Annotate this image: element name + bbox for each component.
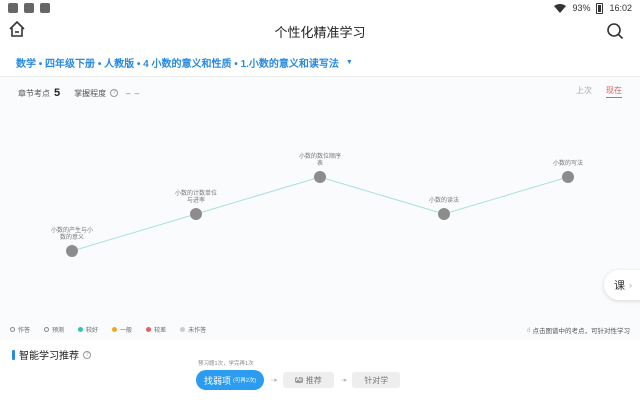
knowledge-point-label: 小数的产生与小: [51, 226, 93, 234]
chevron-right-icon: ›: [629, 280, 632, 290]
knowledge-point-label: 与进率: [187, 196, 205, 204]
wifi-icon: [554, 3, 567, 13]
knowledge-point-node[interactable]: [190, 208, 202, 220]
legend-swatch: [78, 327, 84, 332]
recommend-steps: 找弱项 (可再2次) ···▸ Ai 推荐 ···▸ 针对学: [196, 370, 401, 390]
legend: 作答 预测 较好 一般 较差 未作答: [10, 325, 206, 334]
targeted-learning-step: 针对学: [352, 372, 401, 388]
notification-icon: [8, 3, 18, 13]
knowledge-point-label: 小数的计数单位: [175, 189, 217, 197]
legend-item: 较差: [146, 325, 166, 334]
knowledge-map[interactable]: 小数的产生与小数的意义 小数的计数单位与进率 小数的数位顺序表小数的读法 小数的写法: [0, 77, 640, 340]
hand-icon: ☝: [526, 327, 531, 334]
arrow-icon: ···▸: [270, 377, 277, 384]
battery-icon: [596, 2, 604, 14]
legend-swatch: [180, 327, 186, 332]
course-button[interactable]: 课 ›: [604, 270, 640, 300]
recommend-subtitle: 预习题1次，学完再1次: [198, 361, 254, 367]
knowledge-point-label: 数的意义: [60, 233, 84, 241]
status-bar: 93% 16:02: [0, 0, 640, 16]
knowledge-point-label: 表: [317, 159, 323, 167]
arrow-icon: ···▸: [339, 377, 347, 384]
app-header: 个性化精准学习: [0, 16, 640, 46]
legend-swatch: [10, 327, 15, 332]
knowledge-map-panel: 章节考点 5 掌握程度 ? – – 上次 现在 小数的产生与小 数的意义 小数的计数…: [0, 77, 640, 340]
clock: 16:02: [609, 3, 632, 13]
legend-label: 未作答: [188, 328, 207, 334]
legend-label: 预测: [52, 328, 65, 334]
map-connector: [71, 176, 569, 252]
step-note: (可再2次): [233, 378, 257, 384]
knowledge-point-node[interactable]: [66, 245, 78, 257]
section-accent-bar: [12, 349, 15, 360]
knowledge-point-node[interactable]: [314, 171, 326, 183]
recommend-title: 智能学习推荐: [19, 351, 79, 362]
legend-item: 预测: [44, 325, 64, 334]
recommend-header: 智能学习推荐 ?: [12, 347, 91, 362]
home-icon[interactable]: [8, 20, 26, 38]
battery-percent: 93%: [572, 3, 591, 13]
knowledge-point-node[interactable]: [438, 208, 450, 220]
legend-label: 较差: [154, 328, 167, 334]
legend-label: 作答: [18, 328, 31, 334]
help-icon[interactable]: ?: [83, 350, 91, 359]
legend-item: 较好: [78, 325, 98, 334]
legend-label: 较好: [86, 328, 99, 334]
knowledge-point-label: 小数的数位顺序: [299, 152, 341, 160]
knowledge-point-label: 小数的写法: [553, 159, 583, 167]
ai-recommend-step: Ai 推荐: [282, 372, 334, 388]
step-label: 找弱项: [204, 375, 232, 386]
knowledge-point-node[interactable]: [562, 171, 574, 183]
legend-label: 一般: [120, 328, 133, 334]
caret-down-icon[interactable]: ▼: [346, 59, 353, 66]
legend-item: 一般: [112, 325, 132, 334]
page-title: 个性化精准学习: [274, 24, 366, 40]
legend-item: 作答: [10, 325, 30, 334]
hint-text: 点击图谱中的考点，可针对性学习: [532, 328, 631, 335]
find-weakness-button[interactable]: 找弱项 (可再2次): [196, 370, 265, 390]
legend-swatch: [146, 327, 152, 332]
legend-item: 未作答: [180, 325, 206, 334]
hint: ☝ 点击图谱中的考点，可针对性学习: [527, 325, 630, 335]
step-label: 针对学: [364, 375, 389, 385]
ai-icon: Ai: [294, 377, 303, 383]
legend-swatch: [112, 327, 118, 332]
step-label: 推荐: [305, 375, 322, 385]
notification-icon: [24, 3, 34, 13]
knowledge-point-label: 小数的读法: [429, 196, 459, 204]
course-label: 课: [614, 280, 625, 292]
image-icon: [40, 3, 50, 13]
breadcrumb[interactable]: 数学 • 四年级下册 • 人教版 • 4 小数的意义和性质 • 1.小数的意义和…: [16, 55, 353, 70]
legend-swatch: [44, 327, 50, 332]
breadcrumb-text: 数学 • 四年级下册 • 人教版 • 4 小数的意义和性质 • 1.小数的意义和…: [16, 59, 339, 70]
search-icon[interactable]: [606, 22, 624, 40]
